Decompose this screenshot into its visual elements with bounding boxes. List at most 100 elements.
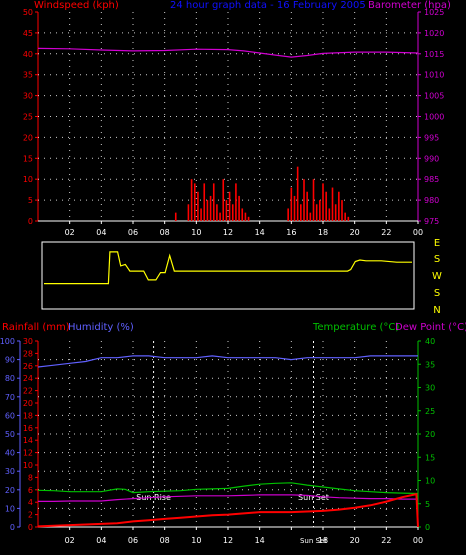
wind-tick-label: 50 [23, 8, 33, 17]
pressure-tick-label: 985 [424, 175, 439, 184]
x-tick-label: 04 [96, 536, 106, 545]
humidity-tick-label: 90 [5, 356, 15, 365]
rain-tick-label: 2 [28, 511, 33, 520]
rain-tick-label: 30 [23, 337, 33, 346]
rain-tick-label: 8 [28, 473, 33, 482]
temperature-axis-title: Temperature (°C) [312, 322, 399, 333]
humidity-tick-label: 30 [5, 467, 15, 476]
compass-label-s: S [434, 288, 440, 299]
pressure-tick-label: 1010 [424, 71, 444, 80]
rain-tick-label: 10 [23, 461, 33, 470]
direction-line [44, 251, 412, 285]
x-tick-label: 12 [223, 228, 233, 237]
temperature-tick-label: 30 [425, 384, 435, 393]
pressure-tick-label: 995 [424, 133, 439, 142]
rain-tick-label: 18 [23, 411, 33, 420]
x-tick-label: 08 [160, 228, 170, 237]
wind-tick-label: 45 [23, 29, 33, 38]
x-tick-label: 22 [381, 536, 391, 545]
wind-direction-panel: ESWSN [41, 238, 442, 316]
humidity-tick-label: 20 [5, 486, 15, 495]
pressure-tick-label: 1015 [424, 50, 444, 59]
humidity-axis-title: Humidity (%) [68, 322, 134, 333]
chart-title: 24 hour graph data - 16 February 2005 [170, 0, 366, 11]
dewpoint-line [38, 494, 418, 502]
wind-axis-title: Windspeed (kph) [34, 0, 119, 11]
x-tick-label: 10 [191, 228, 201, 237]
x-tick-label: 14 [255, 228, 265, 237]
temperature-tick-label: 10 [425, 477, 435, 486]
humidity-tick-label: 80 [5, 374, 15, 383]
rain-tick-label: 14 [23, 436, 33, 445]
x-tick-label: 02 [65, 536, 75, 545]
x-tick-label: 20 [350, 536, 360, 545]
humidity-tick-label: 100 [0, 337, 15, 346]
pressure-tick-label: 1025 [424, 8, 444, 17]
rain-axis-title: Rainfall (mm) [2, 322, 70, 333]
x-tick-label: 06 [128, 228, 138, 237]
direction-frame [41, 241, 415, 310]
sunset-label: Sun Set [298, 493, 329, 502]
sunset-axis-label: Sun Set [300, 537, 327, 545]
wind-tick-label: 0 [28, 217, 33, 226]
rain-tick-label: 4 [28, 498, 33, 507]
compass-label-n: N [433, 305, 440, 316]
temperature-tick-label: 15 [425, 453, 435, 462]
x-tick-label: 18 [318, 228, 328, 237]
compass-label-s: S [434, 254, 440, 265]
rain-tick-label: 0 [28, 523, 33, 532]
wind-tick-label: 10 [23, 175, 33, 184]
x-tick-label: 04 [96, 228, 106, 237]
dewpoint-axis-title: Dew Point (°C) [395, 322, 466, 333]
pressure-tick-label: 1000 [424, 113, 444, 122]
x-tick-label: 02 [65, 228, 75, 237]
wind-tick-label: 30 [23, 92, 33, 101]
x-tick-label: 00 [413, 228, 423, 237]
temperature-tick-label: 5 [425, 500, 430, 509]
rain-tick-label: 24 [23, 374, 33, 383]
pressure-tick-label: 1005 [424, 92, 444, 101]
pressure-tick-label: 980 [424, 196, 439, 205]
temperature-tick-label: 40 [425, 337, 435, 346]
compass-label-e: E [434, 238, 440, 249]
wind-tick-label: 40 [23, 50, 33, 59]
humidity-tick-label: 40 [5, 449, 15, 458]
x-tick-label: 16 [286, 228, 296, 237]
rain-tick-label: 20 [23, 399, 33, 408]
wind-pressure-panel: 0510152025303540455097598098599099510001… [23, 8, 445, 237]
rain-humidity-temp-panel: 0102030405060708090100024681012141618202… [0, 337, 435, 545]
x-tick-label: 06 [128, 536, 138, 545]
humidity-tick-label: 10 [5, 504, 15, 513]
humidity-tick-label: 60 [5, 411, 15, 420]
pressure-tick-label: 990 [424, 154, 439, 163]
temperature-tick-label: 0 [425, 523, 430, 532]
rainfall-line [37, 492, 419, 528]
pressure-tick-label: 1020 [424, 29, 444, 38]
temperature-tick-label: 20 [425, 430, 435, 439]
x-tick-label: 08 [160, 536, 170, 545]
x-tick-label: 00 [413, 536, 423, 545]
wind-tick-label: 25 [23, 113, 33, 122]
x-tick-label: 10 [191, 536, 201, 545]
rain-tick-label: 26 [23, 362, 33, 371]
wind-tick-label: 20 [23, 133, 33, 142]
rain-tick-label: 16 [23, 424, 33, 433]
wind-tick-label: 5 [28, 196, 33, 205]
compass-label-w: W [432, 271, 442, 282]
weather-graphs: Windspeed (kph) 24 hour graph data - 16 … [0, 0, 466, 545]
wind-tick-label: 15 [23, 154, 33, 163]
rain-tick-label: 12 [23, 449, 33, 458]
x-tick-label: 20 [350, 228, 360, 237]
rain-tick-label: 6 [28, 486, 33, 495]
rain-tick-label: 22 [23, 387, 33, 396]
wind-tick-label: 35 [23, 71, 33, 80]
pressure-tick-label: 975 [424, 217, 439, 226]
x-tick-label: 14 [255, 536, 265, 545]
rain-tick-label: 28 [23, 349, 33, 358]
x-tick-label: 22 [381, 228, 391, 237]
humidity-tick-label: 0 [10, 523, 15, 532]
pressure-line [37, 47, 419, 58]
humidity-tick-label: 50 [5, 430, 15, 439]
humidity-tick-label: 70 [5, 393, 15, 402]
temperature-tick-label: 35 [425, 360, 435, 369]
